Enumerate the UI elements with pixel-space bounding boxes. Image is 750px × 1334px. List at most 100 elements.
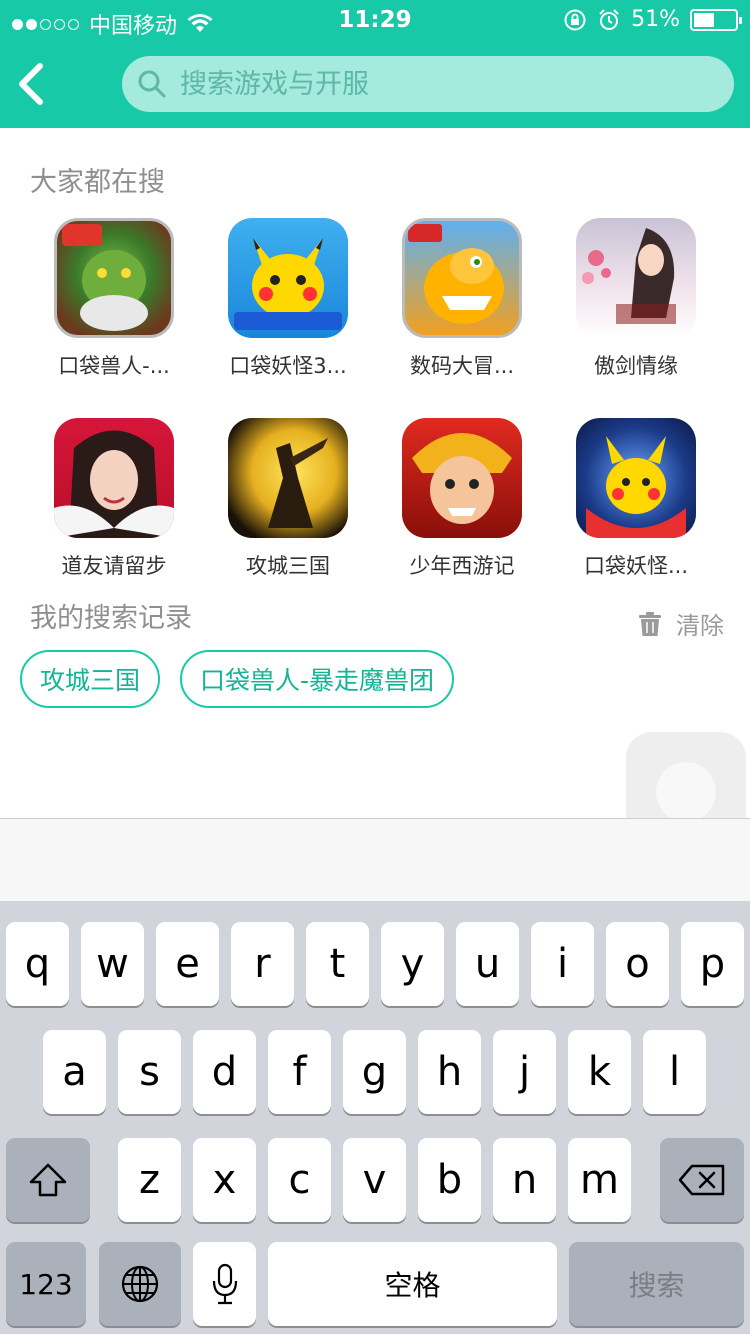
key-label: v (362, 1157, 387, 1203)
key-k[interactable]: k (568, 1030, 631, 1114)
search-icon (138, 70, 166, 98)
game-item[interactable]: 口袋妖怪... (549, 418, 723, 580)
clear-history-button[interactable]: 清除 (638, 606, 724, 641)
key-label: d (211, 1049, 238, 1095)
status-bar: 中国移动 11:29 51% (0, 0, 750, 40)
key-l[interactable]: l (643, 1030, 706, 1114)
key-i[interactable]: i (531, 922, 594, 1006)
game-item[interactable]: 数码大冒... (375, 218, 549, 380)
game-item[interactable]: 道友请留步 (27, 418, 201, 580)
key-label: a (62, 1049, 87, 1095)
key-o[interactable]: o (606, 922, 669, 1006)
game-item[interactable]: 少年西游记 (375, 418, 549, 580)
key-q[interactable]: q (6, 922, 69, 1006)
key-label: p (699, 941, 726, 987)
game-name: 口袋妖怪3... (229, 354, 347, 378)
key-a[interactable]: a (43, 1030, 106, 1114)
keyboard-accessory-bar (0, 819, 750, 901)
game-item[interactable]: 傲剑情缘 (549, 218, 723, 380)
clear-history-label: 清除 (676, 612, 724, 640)
key-u[interactable]: u (456, 922, 519, 1006)
numbers-key[interactable]: 123 (6, 1242, 86, 1326)
key-e[interactable]: e (156, 922, 219, 1006)
game-name: 口袋妖怪... (583, 554, 689, 578)
key-n[interactable]: n (493, 1138, 556, 1222)
rotation-lock-icon (564, 9, 586, 30)
back-button[interactable] (10, 58, 54, 110)
game-icon[interactable] (576, 218, 696, 338)
key-g[interactable]: g (343, 1030, 406, 1114)
key-d[interactable]: d (193, 1030, 256, 1114)
key-label: m (580, 1157, 619, 1203)
game-item[interactable]: 口袋兽人-... (27, 218, 201, 380)
key-f[interactable]: f (268, 1030, 331, 1114)
shift-icon (29, 1163, 67, 1197)
key-y[interactable]: y (381, 922, 444, 1006)
space-key[interactable]: 空格 (268, 1242, 557, 1326)
key-label: c (288, 1157, 311, 1203)
game-icon[interactable] (54, 418, 174, 538)
game-name: 傲剑情缘 (594, 354, 678, 378)
key-label: e (175, 941, 200, 987)
key-label: f (292, 1049, 307, 1095)
key-j[interactable]: j (493, 1030, 556, 1114)
delete-key[interactable] (660, 1138, 744, 1222)
key-s[interactable]: s (118, 1030, 181, 1114)
key-label: j (518, 1049, 531, 1095)
key-v[interactable]: v (343, 1138, 406, 1222)
key-b[interactable]: b (418, 1138, 481, 1222)
history-tag[interactable]: 攻城三国 (20, 650, 161, 708)
key-z[interactable]: z (118, 1138, 181, 1222)
globe-icon (121, 1265, 159, 1303)
history-tag[interactable]: 口袋兽人-暴走魔兽团 (180, 650, 455, 708)
key-r[interactable]: r (231, 922, 294, 1006)
battery-icon (690, 8, 742, 31)
header: 中国移动 11:29 51% (0, 0, 750, 128)
key-w[interactable]: w (81, 922, 144, 1006)
game-icon[interactable] (402, 418, 522, 538)
battery-percent: 51% (631, 7, 680, 32)
game-name: 口袋兽人-... (58, 354, 170, 378)
chevron-left-icon (19, 63, 43, 105)
search-box[interactable] (122, 56, 734, 112)
key-label: o (625, 941, 650, 987)
key-c[interactable]: c (268, 1138, 331, 1222)
game-name: 攻城三国 (246, 554, 330, 578)
globe-key[interactable] (99, 1242, 181, 1326)
game-name: 道友请留步 (61, 554, 167, 578)
game-icon[interactable] (228, 218, 348, 338)
key-p[interactable]: p (681, 922, 744, 1006)
space-key-label: 空格 (384, 1269, 441, 1302)
key-label: n (511, 1157, 538, 1203)
game-item[interactable]: 攻城三国 (201, 418, 375, 580)
key-label: r (254, 941, 271, 987)
key-x[interactable]: x (193, 1138, 256, 1222)
key-label: h (436, 1049, 463, 1095)
search-key[interactable]: 搜索 (569, 1242, 744, 1326)
backspace-icon (678, 1164, 725, 1196)
game-icon[interactable] (228, 418, 348, 538)
game-icon[interactable] (576, 418, 696, 538)
search-input[interactable] (180, 56, 720, 112)
key-h[interactable]: h (418, 1030, 481, 1114)
history-title: 我的搜索记录 (30, 603, 192, 634)
key-label: k (587, 1049, 612, 1095)
shift-key[interactable] (6, 1138, 90, 1222)
key-label: q (24, 941, 51, 987)
alarm-icon (599, 8, 619, 30)
game-item[interactable]: 口袋妖怪3... (201, 218, 375, 380)
hot-search-title: 大家都在搜 (30, 167, 165, 198)
game-icon[interactable] (402, 218, 522, 338)
key-m[interactable]: m (568, 1138, 631, 1222)
trash-icon (639, 611, 661, 636)
dictation-key[interactable] (193, 1242, 256, 1326)
key-t[interactable]: t (306, 922, 369, 1006)
hot-game-grid: 口袋兽人-... 口袋妖怪3... 数码大冒... 傲剑情缘 道友请留步 攻城三… (0, 218, 750, 588)
numbers-key-label: 123 (19, 1267, 73, 1301)
game-icon[interactable] (54, 218, 174, 338)
key-label: g (361, 1049, 388, 1095)
search-key-label: 搜索 (628, 1269, 685, 1302)
game-name: 数码大冒... (409, 354, 515, 378)
microphone-icon (212, 1263, 237, 1305)
key-label: y (400, 941, 425, 987)
